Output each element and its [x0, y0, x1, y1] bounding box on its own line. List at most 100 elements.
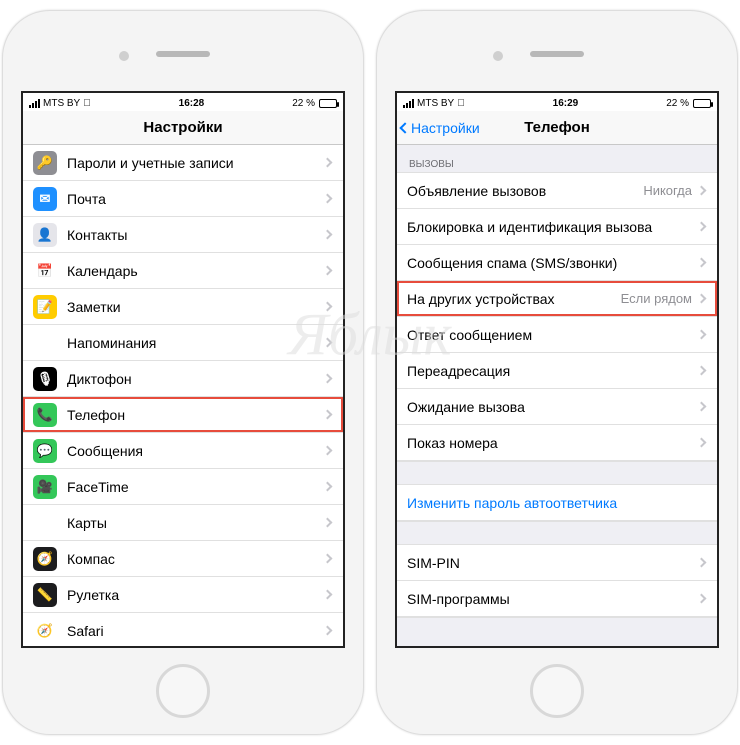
app-icon: 👤: [33, 223, 57, 247]
settings-list[interactable]: 🔑 Пароли и учетные записи ✉ Почта 👤 Конт…: [23, 145, 343, 646]
iphone-mockup-right: MTS BY 􀙇 16:29 22 % Настройки Телефон ВЫ…: [376, 10, 738, 735]
chevron-right-icon: [697, 558, 707, 568]
nav-bar: Настройки: [23, 111, 343, 145]
row-label: Телефон: [67, 407, 324, 423]
row-label: Календарь: [67, 263, 324, 279]
settings-row[interactable]: ☰ Напоминания: [23, 325, 343, 361]
settings-row[interactable]: 🎙 Диктофон: [23, 361, 343, 397]
settings-row[interactable]: 📝 Заметки: [23, 289, 343, 325]
carrier-label: MTS BY: [43, 98, 80, 109]
chevron-right-icon: [697, 330, 707, 340]
app-icon: 🎙: [33, 367, 57, 391]
home-button[interactable]: [156, 664, 210, 718]
signal-icon: [29, 99, 40, 108]
row-label: Safari: [67, 623, 324, 639]
status-bar: MTS BY 􀙇 16:29 22 %: [397, 93, 717, 111]
app-icon: 📅: [33, 259, 57, 283]
app-icon: ✉: [33, 187, 57, 211]
phone-setting-row[interactable]: Переадресация: [397, 353, 717, 389]
carrier-label: MTS BY: [417, 98, 454, 109]
app-icon: 🧭: [33, 619, 57, 643]
sim-setting-row[interactable]: SIM-PIN: [397, 545, 717, 581]
phone-setting-row[interactable]: На других устройствах Если рядом: [397, 281, 717, 317]
row-label: Карты: [67, 515, 324, 531]
settings-row[interactable]: 👤 Контакты: [23, 217, 343, 253]
battery-icon: [693, 99, 711, 108]
chevron-right-icon: [323, 410, 333, 420]
settings-row[interactable]: 📏 Рулетка: [23, 577, 343, 613]
chevron-right-icon: [323, 338, 333, 348]
row-label: Компас: [67, 551, 324, 567]
settings-row[interactable]: 📅 Календарь: [23, 253, 343, 289]
chevron-right-icon: [323, 482, 333, 492]
signal-icon: [403, 99, 414, 108]
home-button[interactable]: [530, 664, 584, 718]
settings-row[interactable]: 🎥 FaceTime: [23, 469, 343, 505]
chevron-right-icon: [697, 258, 707, 268]
phone-setting-row[interactable]: Показ номера: [397, 425, 717, 461]
screen-left: MTS BY 􀙇 16:28 22 % Настройки 🔑 Пароли и…: [21, 91, 345, 648]
status-bar: MTS BY 􀙇 16:28 22 %: [23, 93, 343, 111]
row-label: Ожидание вызова: [407, 399, 698, 415]
chevron-right-icon: [697, 186, 707, 196]
row-label: Изменить пароль автоответчика: [407, 495, 705, 511]
row-label: Контакты: [67, 227, 324, 243]
sim-setting-row[interactable]: SIM-программы: [397, 581, 717, 617]
phone-setting-row[interactable]: Объявление вызовов Никогда: [397, 173, 717, 209]
phone-setting-row[interactable]: Сообщения спама (SMS/звонки): [397, 245, 717, 281]
settings-row[interactable]: 🗺 Карты: [23, 505, 343, 541]
row-label: Рулетка: [67, 587, 324, 603]
settings-row[interactable]: 📞 Телефон: [23, 397, 343, 433]
row-label: SIM-программы: [407, 591, 698, 607]
app-icon: 🔑: [33, 151, 57, 175]
phone-setting-row[interactable]: Ожидание вызова: [397, 389, 717, 425]
chevron-right-icon: [697, 438, 707, 448]
row-label: Заметки: [67, 299, 324, 315]
chevron-right-icon: [323, 626, 333, 636]
camera-dot: [493, 51, 503, 61]
battery-pct: 22 %: [666, 98, 689, 109]
chevron-right-icon: [323, 446, 333, 456]
row-value: Никогда: [643, 183, 692, 198]
app-icon: 🎥: [33, 475, 57, 499]
row-label: Почта: [67, 191, 324, 207]
settings-row[interactable]: ✉ Почта: [23, 181, 343, 217]
settings-row[interactable]: 🔑 Пароли и учетные записи: [23, 145, 343, 181]
settings-row[interactable]: 🧭 Safari: [23, 613, 343, 646]
app-icon: 📏: [33, 583, 57, 607]
status-time: 16:29: [465, 98, 666, 109]
app-icon: 📝: [33, 295, 57, 319]
chevron-right-icon: [323, 302, 333, 312]
settings-row[interactable]: 🧭 Компас: [23, 541, 343, 577]
phone-setting-row[interactable]: Ответ сообщением: [397, 317, 717, 353]
speaker-slot: [156, 51, 210, 57]
phone-setting-row[interactable]: Блокировка и идентификация вызова: [397, 209, 717, 245]
settings-row[interactable]: 💬 Сообщения: [23, 433, 343, 469]
chevron-right-icon: [697, 594, 707, 604]
status-time: 16:28: [91, 98, 292, 109]
app-icon: 💬: [33, 439, 57, 463]
app-icon: 🗺: [33, 511, 57, 535]
row-label: Ответ сообщением: [407, 327, 698, 343]
row-label: Диктофон: [67, 371, 324, 387]
chevron-right-icon: [323, 554, 333, 564]
screen-right: MTS BY 􀙇 16:29 22 % Настройки Телефон ВЫ…: [395, 91, 719, 648]
chevron-right-icon: [697, 366, 707, 376]
camera-dot: [119, 51, 129, 61]
chevron-right-icon: [697, 294, 707, 304]
row-label: Объявление вызовов: [407, 183, 643, 199]
phone-settings-list[interactable]: ВЫЗОВЫ Объявление вызовов Никогда Блокир…: [397, 145, 717, 646]
change-voicemail-password[interactable]: Изменить пароль автоответчика: [397, 485, 717, 521]
row-label: SIM-PIN: [407, 555, 698, 571]
row-label: Переадресация: [407, 363, 698, 379]
section-gap: [397, 521, 717, 545]
chevron-right-icon: [323, 194, 333, 204]
speaker-slot: [530, 51, 584, 57]
battery-pct: 22 %: [292, 98, 315, 109]
app-icon: 🧭: [33, 547, 57, 571]
chevron-right-icon: [697, 222, 707, 232]
wifi-icon: 􀙇: [83, 98, 91, 109]
row-label: На других устройствах: [407, 291, 621, 307]
chevron-right-icon: [323, 590, 333, 600]
chevron-right-icon: [323, 158, 333, 168]
